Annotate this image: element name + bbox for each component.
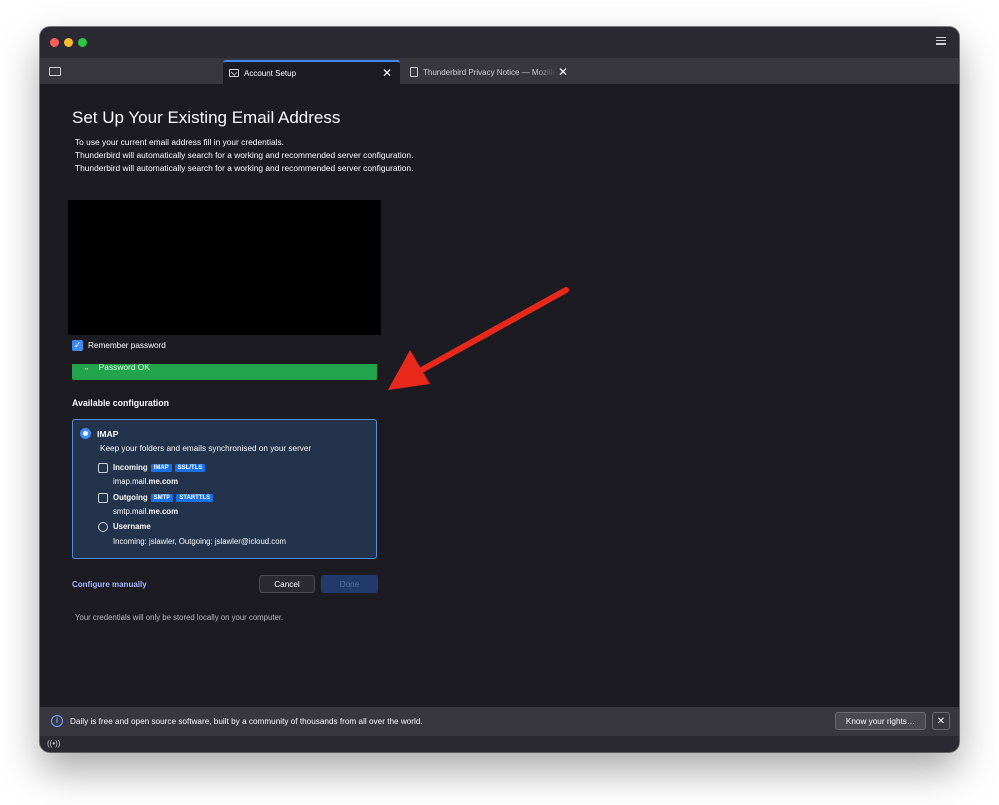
notification-bar: i Daily is free and open source software… (40, 707, 959, 736)
remember-password-checkbox[interactable]: ✓ Remember password (72, 340, 166, 351)
username-value: Incoming: jslawler, Outgoing: jslawler@i… (113, 537, 287, 546)
outgoing-host: smtp.mail.me.com (113, 507, 178, 516)
annotation-arrow (388, 287, 569, 390)
document-icon (410, 67, 418, 77)
tab-account-setup[interactable]: Account Setup ✕ (223, 60, 400, 84)
status-bar: ((•)) (40, 736, 959, 752)
badge: STARTTLS (176, 493, 214, 502)
notification-text: Daily is free and open source software, … (70, 717, 423, 726)
configure-manually-link[interactable]: Configure manually (72, 580, 147, 589)
user-icon (98, 522, 108, 532)
incoming-label: Incoming IMAP SSL/TLS (113, 463, 206, 472)
title-bar (40, 27, 959, 58)
imap-config-option[interactable]: IMAP Keep your folders and emails synchr… (72, 419, 377, 559)
done-button[interactable]: Done (321, 575, 378, 593)
minimize-window-button[interactable] (64, 38, 73, 47)
tab-bar: Account Setup ✕ Thunderbird Privacy Noti… (40, 58, 959, 84)
thunderbird-window: Account Setup ✕ Thunderbird Privacy Noti… (40, 27, 959, 752)
close-icon[interactable]: ✕ (556, 65, 570, 79)
close-icon[interactable]: ✕ (932, 712, 950, 730)
chevron-down-icon: ⌄ (83, 364, 90, 372)
username-label: Username (113, 522, 151, 531)
tab-privacy-notice[interactable]: Thunderbird Privacy Notice — Mozilla ✕ (404, 60, 576, 84)
available-configuration-title: Available configuration (72, 398, 169, 408)
zoom-window-button[interactable] (78, 38, 87, 47)
tab-label: Account Setup (244, 68, 297, 78)
incoming-host: imap.mail.me.com (113, 477, 178, 486)
info-icon: i (51, 715, 63, 727)
protocol-title: IMAP (97, 429, 119, 439)
cancel-button[interactable]: Cancel (259, 575, 315, 593)
badge: IMAP (150, 463, 172, 472)
folder-icon[interactable] (49, 67, 61, 76)
know-your-rights-button[interactable]: Know your rights… (835, 712, 926, 730)
description-line: Thunderbird will automatically search fo… (75, 163, 414, 173)
close-window-button[interactable] (50, 38, 59, 47)
description-line: Thunderbird will automatically search fo… (75, 150, 414, 160)
page-title: Set Up Your Existing Email Address (72, 108, 341, 127)
app-menu-icon[interactable] (936, 35, 950, 49)
badge: SSL/TLS (174, 463, 206, 472)
online-status-icon[interactable]: ((•)) (47, 739, 60, 748)
incoming-server-icon (98, 463, 108, 473)
tab-label: Thunderbird Privacy Notice — Mozilla (423, 67, 556, 77)
password-status-text: Password OK (98, 364, 150, 372)
outgoing-label-text: Outgoing (113, 493, 148, 502)
close-icon[interactable]: ✕ (380, 66, 394, 80)
mail-icon (229, 69, 239, 77)
account-setup-page: Set Up Your Existing Email Address To us… (40, 84, 959, 707)
outgoing-label: Outgoing SMTP STARTTLS (113, 493, 214, 502)
protocol-description: Keep your folders and emails synchronise… (100, 444, 312, 453)
outgoing-server-icon (98, 493, 108, 503)
checkmark-icon[interactable]: ✓ (72, 340, 83, 351)
incoming-label-text: Incoming (113, 463, 148, 472)
description-line: To use your current email address fill i… (75, 137, 285, 147)
password-status-banner: ⌄ Password OK (72, 364, 377, 380)
credentials-footnote: Your credentials will only be stored loc… (75, 613, 284, 622)
remember-password-label: Remember password (88, 341, 166, 350)
badge: SMTP (150, 493, 174, 502)
imap-radio[interactable] (80, 428, 91, 439)
redacted-credentials-area (68, 200, 381, 335)
